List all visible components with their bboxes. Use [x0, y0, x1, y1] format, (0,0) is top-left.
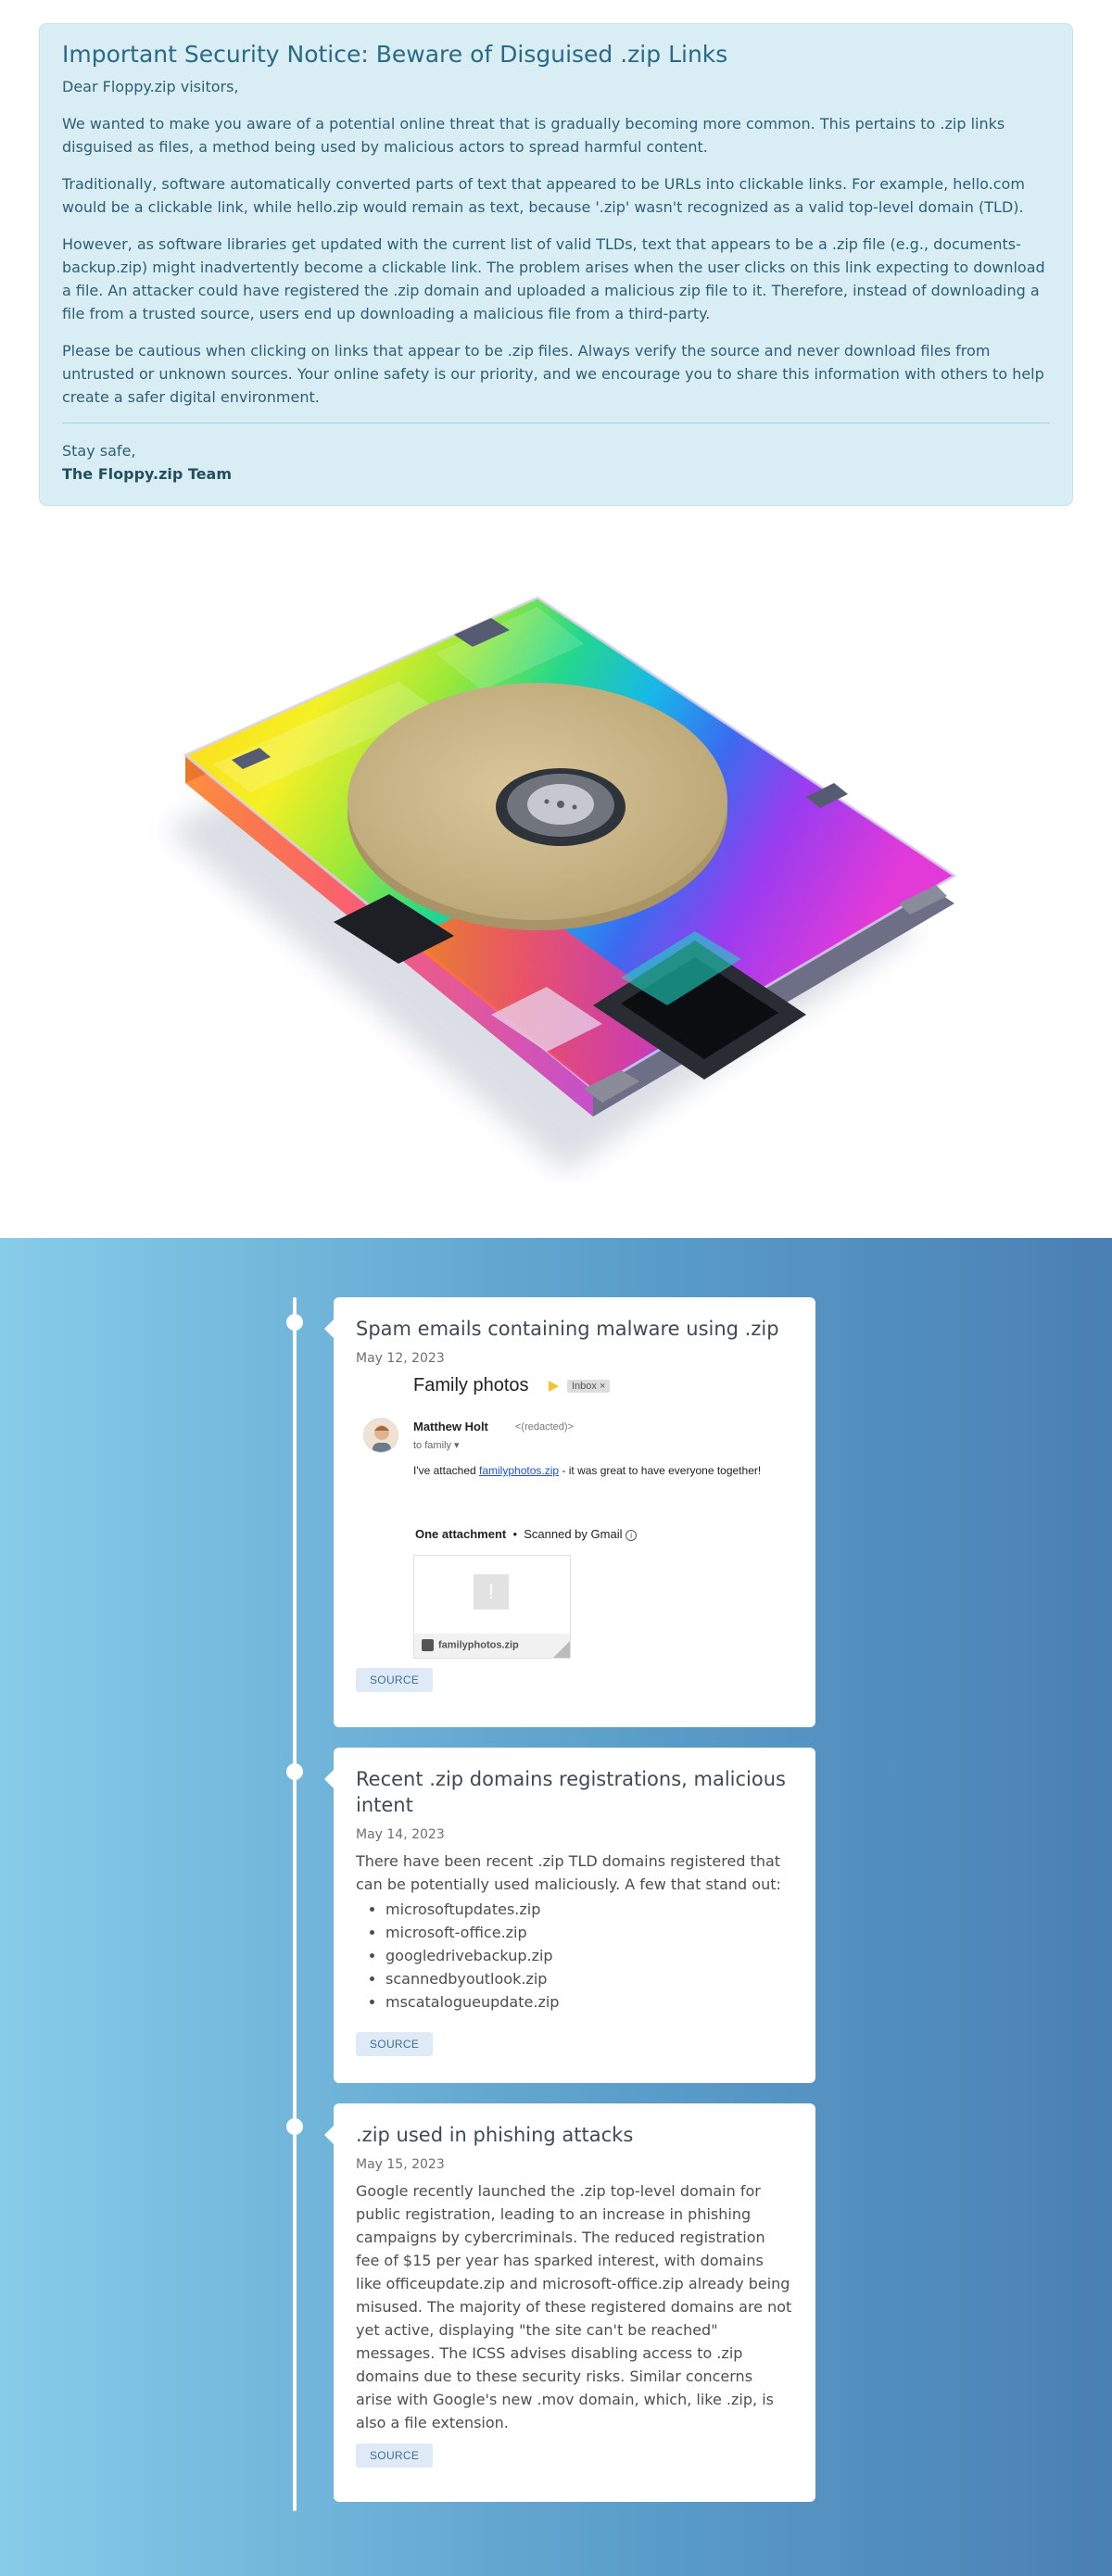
message-suffix: - it was great to have everyone together…	[562, 1464, 762, 1477]
list-item: scannedbyoutlook.zip	[385, 1967, 793, 1990]
source-button[interactable]: SOURCE	[356, 2032, 434, 2056]
attachment-tile[interactable]: ! familyphotos.zip	[413, 1555, 571, 1659]
sender-avatar-icon	[364, 1419, 398, 1452]
timeline-line	[293, 1297, 297, 2511]
card-date: May 15, 2023	[356, 2157, 445, 2172]
important-marker-icon	[549, 1381, 559, 1392]
inbox-label: Inbox ×	[567, 1380, 611, 1393]
archive-icon	[422, 1639, 434, 1651]
card-body: Google recently launched the .zip top-le…	[356, 2182, 792, 2431]
notice-paragraph: However, as software libraries get updat…	[62, 235, 1045, 322]
floppy-disk-illustration	[102, 570, 992, 1181]
recipient-label: to family	[413, 1440, 451, 1451]
page-fold-icon	[553, 1641, 570, 1658]
notice-title: Important Security Notice: Beware of Dis…	[62, 41, 728, 68]
notice-team-signature: The Floppy.zip Team	[62, 465, 233, 483]
timeline-section: Spam emails containing malware using .zi…	[0, 1238, 1112, 2576]
message-prefix: I've attached	[413, 1464, 476, 1477]
notice-greeting: Dear Floppy.zip visitors,	[62, 78, 239, 95]
domain-list: microsoftupdates.zip microsoft-office.zi…	[356, 1898, 793, 2014]
attachment-filename: familyphotos.zip	[438, 1639, 519, 1651]
timeline-card-domain-registrations: Recent .zip domains registrations, malic…	[324, 1748, 815, 2083]
attachment-heading: One attachment	[415, 1527, 507, 1541]
notice-paragraph: Please be cautious when clicking on link…	[62, 342, 1044, 406]
list-item: microsoftupdates.zip	[385, 1898, 793, 1921]
sender-name: Matthew Holt	[413, 1420, 488, 1433]
file-placeholder-icon: !	[474, 1574, 509, 1610]
email-subject: Family photos	[413, 1375, 529, 1395]
floppy-disk-icon	[167, 596, 957, 1172]
timeline-dot	[286, 1314, 303, 1331]
timeline-card-phishing-attacks: .zip used in phishing attacks May 15, 20…	[324, 2103, 815, 2502]
card-date: May 14, 2023	[356, 1827, 445, 1842]
source-button[interactable]: SOURCE	[356, 2443, 434, 2468]
timeline-dot	[286, 2118, 303, 2135]
email-recipient: to family ▾	[413, 1439, 460, 1451]
timeline-dot	[286, 1763, 303, 1780]
card-title: Spam emails containing malware using .zi…	[356, 1318, 779, 1340]
sender-email: <(redacted)>	[515, 1421, 574, 1433]
chevron-down-icon: ▾	[454, 1440, 460, 1451]
card-date: May 12, 2023	[356, 1351, 445, 1366]
attachment-file-row: familyphotos.zip	[414, 1634, 570, 1658]
timeline-card-spam-emails: Spam emails containing malware using .zi…	[324, 1297, 815, 1727]
scanned-by-gmail: Scanned by Gmail	[524, 1527, 623, 1541]
notice-signoff: Stay safe,	[62, 442, 136, 460]
email-message: I've attached familyphotos.zip - it was …	[413, 1464, 761, 1477]
list-item: microsoft-office.zip	[385, 1921, 793, 1944]
list-item: mscatalogueupdate.zip	[385, 1990, 793, 2014]
list-item: googledrivebackup.zip	[385, 1944, 793, 1967]
gmail-screenshot: Family photos Inbox × Matthew Holt <(red…	[356, 1373, 793, 1659]
message-zip-link[interactable]: familyphotos.zip	[479, 1464, 559, 1477]
security-notice: Important Security Notice: Beware of Dis…	[39, 23, 1073, 506]
notice-paragraph: Traditionally, software automatically co…	[62, 175, 1025, 216]
card-title: Recent .zip domains registrations, malic…	[356, 1768, 786, 1816]
avatar	[363, 1418, 398, 1453]
notice-paragraph: We wanted to make you aware of a potenti…	[62, 115, 1005, 156]
info-icon: i	[626, 1529, 638, 1541]
source-button[interactable]: SOURCE	[356, 1668, 434, 1692]
card-body: There have been recent .zip TLD domains …	[356, 1852, 781, 1893]
attachment-header: One attachment • Scanned by Gmail i	[415, 1527, 638, 1541]
card-title: .zip used in phishing attacks	[356, 2124, 634, 2146]
